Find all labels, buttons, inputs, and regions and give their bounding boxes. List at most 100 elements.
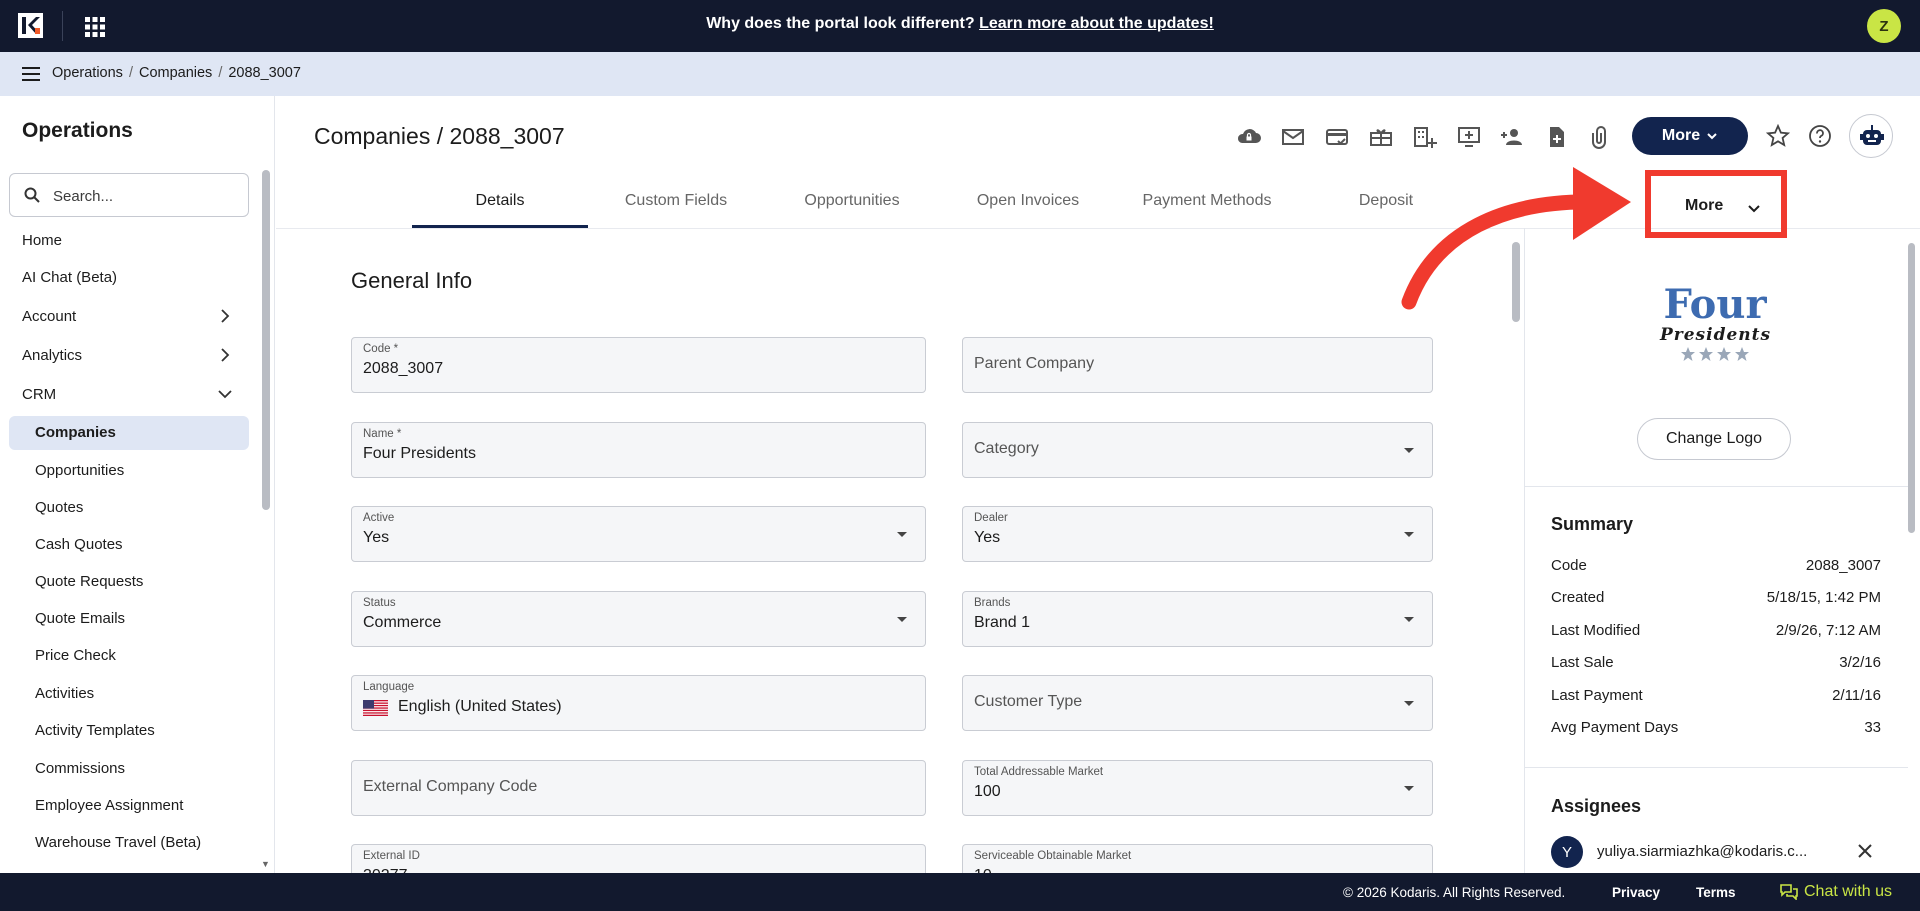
tab-open-invoices[interactable]: Open Invoices — [940, 192, 1116, 210]
summary-row: Last Modified 2/9/26, 7:12 AM — [1551, 622, 1881, 639]
tam-select[interactable]: Total Addressable Market 100 — [962, 760, 1433, 816]
tab-details[interactable]: Details — [412, 192, 588, 210]
hamburger-menu-icon[interactable] — [22, 66, 40, 82]
language-value: English (United States) — [398, 698, 562, 715]
logo-title: Four — [1663, 281, 1767, 328]
sidebar-scrollbar[interactable] — [262, 170, 270, 510]
card-check-icon[interactable] — [1324, 124, 1350, 150]
summary-title: Summary — [1551, 514, 1634, 534]
cloud-lock-icon[interactable] — [1236, 124, 1262, 150]
assignees-title: Assignees — [1551, 796, 1642, 816]
close-icon[interactable] — [1857, 843, 1873, 859]
external-id-field[interactable]: External ID 30277 — [351, 844, 926, 873]
sidebar-item-commissions[interactable]: Commissions — [35, 760, 125, 777]
chevron-right-icon[interactable] — [218, 348, 232, 362]
som-label: Serviceable Obtainable Market — [974, 850, 1132, 862]
chat-with-us-button[interactable]: Chat with us — [1780, 883, 1892, 901]
brands-value: Brand 1 — [974, 614, 1031, 631]
sidebar-item-cash-quotes[interactable]: Cash Quotes — [35, 536, 123, 553]
language-label: Language — [363, 681, 415, 693]
category-select[interactable]: Category — [962, 422, 1433, 478]
user-avatar[interactable]: Z — [1867, 9, 1901, 43]
sidebar-item-quote-requests[interactable]: Quote Requests — [35, 573, 143, 590]
summary-label: Created — [1551, 589, 1605, 606]
dropdown-arrow-icon — [1404, 448, 1414, 453]
sidebar-item-warehouse-travel[interactable]: Warehouse Travel (Beta) — [35, 834, 201, 851]
assignee-email[interactable]: yuliya.siarmiazhka@kodaris.c... — [1597, 843, 1807, 860]
sidebar-item-quotes[interactable]: Quotes — [35, 499, 83, 516]
tab-custom-fields[interactable]: Custom Fields — [588, 192, 764, 210]
status-select[interactable]: Status Commerce — [351, 591, 926, 647]
sidebar-item-employee-assignment[interactable]: Employee Assignment — [35, 797, 183, 814]
som-select[interactable]: Serviceable Obtainable Market 10 — [962, 844, 1433, 873]
help-icon[interactable] — [1808, 124, 1832, 148]
breadcrumb-companies[interactable]: Companies — [139, 65, 212, 81]
brands-select[interactable]: Brands Brand 1 — [962, 591, 1433, 647]
chevron-down-icon — [1707, 133, 1717, 140]
sidebar-search-input[interactable] — [53, 185, 238, 207]
logo-subtitle: Presidents — [1660, 325, 1772, 345]
right-panel-separator — [1525, 486, 1908, 487]
chat-icon — [1780, 884, 1798, 900]
summary-label: Last Payment — [1551, 687, 1643, 704]
summary-row: Last Sale 3/2/16 — [1551, 654, 1881, 671]
summary-row: Avg Payment Days 33 — [1551, 719, 1881, 736]
active-select[interactable]: Active Yes — [351, 506, 926, 562]
parent-company-field[interactable]: Parent Company — [962, 337, 1433, 393]
sidebar-title: Operations — [22, 119, 133, 142]
top-bar: Why does the portal look different? Lear… — [0, 0, 1920, 52]
sidebar-item-activity-templates[interactable]: Activity Templates — [35, 722, 155, 739]
language-field[interactable]: Language English (United States) — [351, 675, 926, 731]
tab-more[interactable]: More — [1645, 170, 1787, 238]
code-field[interactable]: Code * 2088_3007 — [351, 337, 926, 393]
breadcrumb: Operations / Companies / 2088_3007 — [52, 65, 301, 81]
dropdown-arrow-icon — [1404, 786, 1414, 791]
code-label: Code * — [363, 343, 399, 355]
external-company-code-field[interactable]: External Company Code — [351, 760, 926, 816]
tab-payment-methods[interactable]: Payment Methods — [1116, 192, 1298, 210]
sidebar-item-companies[interactable]: Companies — [35, 424, 116, 441]
sidebar-item-account[interactable]: Account — [22, 308, 76, 325]
gift-card-icon[interactable] — [1368, 124, 1394, 150]
breadcrumb-operations[interactable]: Operations — [52, 65, 123, 81]
star-icon[interactable] — [1766, 124, 1790, 148]
summary-label: Last Sale — [1551, 654, 1614, 671]
sidebar-item-crm[interactable]: CRM — [22, 386, 56, 403]
page-title: Companies / 2088_3007 — [314, 123, 565, 149]
sidebar-item-activities[interactable]: Activities — [35, 685, 94, 702]
tam-label: Total Addressable Market — [974, 766, 1104, 778]
sidebar-item-opportunities[interactable]: Opportunities — [35, 462, 124, 479]
annotation-arrow-icon — [1401, 167, 1631, 310]
banner-learn-more-link[interactable]: Learn more about the updates! — [979, 15, 1214, 32]
sidebar-scroll-down-icon[interactable]: ▼ — [261, 859, 270, 869]
right-panel-divider — [1524, 228, 1525, 873]
chevron-down-icon[interactable] — [218, 387, 232, 401]
customer-type-placeholder: Customer Type — [974, 693, 1083, 710]
sidebar-item-ai-chat[interactable]: AI Chat (Beta) — [22, 269, 117, 286]
sidebar-item-quote-emails[interactable]: Quote Emails — [35, 610, 125, 627]
dropdown-arrow-icon — [1404, 617, 1414, 622]
summary-value: 33 — [1864, 719, 1881, 736]
change-logo-button[interactable]: Change Logo — [1637, 418, 1791, 460]
summary-value: 5/18/15, 1:42 PM — [1766, 589, 1881, 606]
ai-assistant-button[interactable] — [1849, 114, 1893, 158]
terms-link[interactable]: Terms — [1696, 885, 1736, 900]
dealer-select[interactable]: Dealer Yes — [962, 506, 1433, 562]
form-scrollbar[interactable] — [1512, 242, 1520, 322]
sidebar-item-home[interactable]: Home — [22, 232, 62, 249]
tab-opportunities[interactable]: Opportunities — [764, 192, 940, 210]
copyright-text: © 2026 Kodaris. All Rights Reserved. — [1343, 885, 1566, 900]
name-field[interactable]: Name * Four Presidents — [351, 422, 926, 478]
privacy-link[interactable]: Privacy — [1612, 885, 1660, 900]
brands-label: Brands — [974, 597, 1011, 609]
mail-icon[interactable] — [1280, 124, 1306, 150]
sidebar-item-analytics[interactable]: Analytics — [22, 347, 82, 364]
right-panel-scrollbar[interactable] — [1908, 243, 1915, 533]
sidebar-search[interactable] — [9, 173, 249, 217]
customer-type-select[interactable]: Customer Type — [962, 675, 1433, 731]
chevron-right-icon[interactable] — [218, 309, 232, 323]
name-value: Four Presidents — [363, 445, 476, 462]
external-id-label: External ID — [363, 850, 420, 862]
sidebar-item-price-check[interactable]: Price Check — [35, 647, 116, 664]
logo-stars-icon — [1681, 347, 1749, 361]
